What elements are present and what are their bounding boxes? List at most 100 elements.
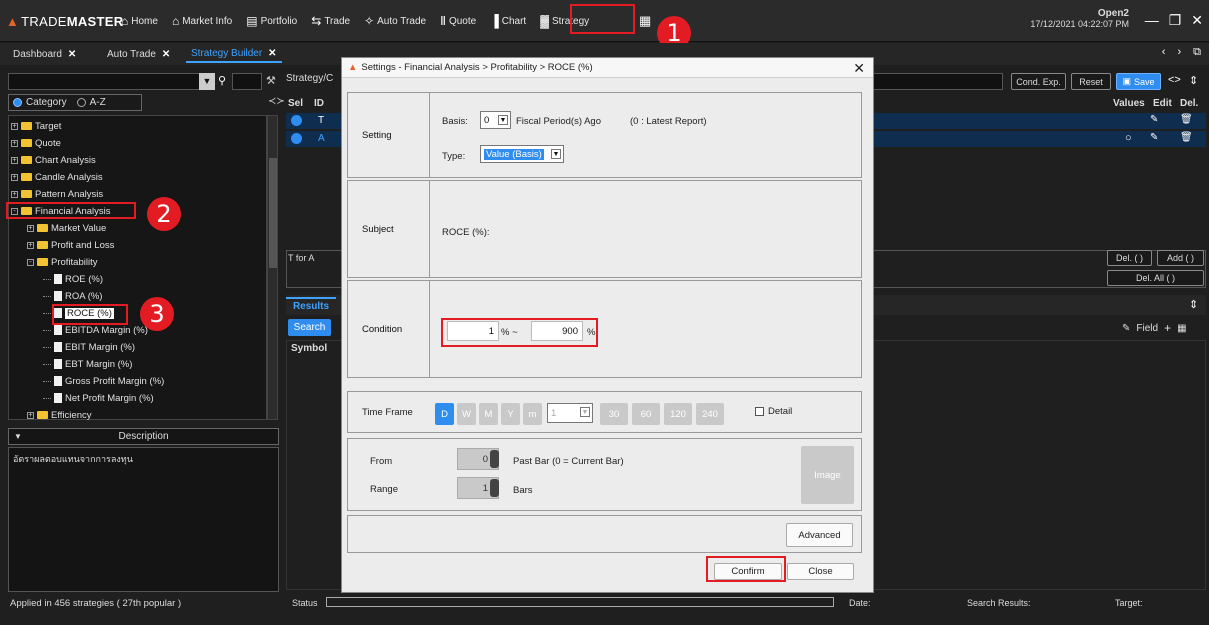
edit-icon[interactable]: ✎ [1150, 114, 1158, 125]
edit-icon[interactable]: ✎ [1150, 132, 1158, 143]
tree-item[interactable]: - Profitability [27, 254, 97, 270]
expand-icon[interactable]: + [27, 224, 34, 232]
tree-item[interactable]: Net Profit Margin (%) [43, 390, 154, 406]
delete-all-paren-button[interactable]: Del. All ( ) [1107, 270, 1204, 286]
expand-collapse-icon[interactable]: ⇕ [1189, 298, 1198, 311]
basis-select[interactable]: 0 ▼ [480, 111, 511, 129]
tree-item[interactable]: Gross Profit Margin (%) [43, 373, 164, 389]
timeframe-Y-button[interactable]: Y [501, 403, 520, 425]
trash-icon[interactable]: 🗑 [1180, 132, 1193, 143]
timeframe-W-button[interactable]: W [457, 403, 476, 425]
expand-icon[interactable]: + [11, 139, 18, 147]
strategy-name-input[interactable] [873, 73, 1003, 90]
tree-item[interactable]: + Pattern Analysis [11, 186, 103, 202]
search-input[interactable] [8, 73, 215, 90]
chevron-left-icon[interactable]: ‹ [1162, 46, 1166, 59]
tree-item[interactable]: + Target [11, 118, 61, 134]
edit-icon[interactable]: ✎ [1122, 323, 1130, 334]
timeframe-M-button[interactable]: M [479, 403, 498, 425]
chevron-down-icon[interactable]: ▼ [14, 432, 22, 441]
close-tab-icon[interactable]: ✕ [68, 49, 76, 60]
range-stepper[interactable]: 1 [457, 477, 499, 499]
tree-scrollbar[interactable] [267, 115, 278, 420]
tab-strategy-builder[interactable]: Strategy Builder ✕ [186, 46, 282, 63]
cond-exp-button[interactable]: Cond. Exp. [1011, 73, 1066, 90]
circle-icon[interactable]: ○ [1125, 132, 1132, 144]
search-icon[interactable]: ⚲ [218, 74, 226, 87]
search-button[interactable]: Search [288, 319, 331, 336]
tree-item[interactable]: + Candle Analysis [11, 169, 103, 185]
menu-quote[interactable]: Ⅱ Quote [435, 9, 481, 33]
timeframe-120-button[interactable]: 120 [664, 403, 692, 425]
timeframe-m-button[interactable]: m [523, 403, 542, 425]
chevron-right-icon[interactable]: › [1177, 46, 1181, 59]
minimize-icon[interactable]: — [1145, 12, 1159, 29]
tab-auto-trade[interactable]: Auto Trade ✕ [102, 46, 175, 63]
trash-icon[interactable]: 🗑 [1180, 114, 1193, 125]
menu-home[interactable]: ⌂ Home [116, 9, 163, 33]
expand-collapse-icon[interactable]: ⇕ [1189, 74, 1198, 87]
menu-chart[interactable]: ▐ Chart [485, 9, 531, 33]
expand-icon[interactable]: + [27, 241, 34, 249]
timeframe-240-button[interactable]: 240 [696, 403, 724, 425]
tree-item[interactable]: ROE (%) [43, 271, 103, 287]
tree-item[interactable]: + Chart Analysis [11, 152, 96, 168]
close-tab-icon[interactable]: ✕ [268, 48, 276, 59]
detail-checkbox[interactable] [755, 407, 764, 416]
tree-item[interactable]: + Quote [11, 135, 61, 151]
menu-trade[interactable]: ⇆ Trade [306, 9, 355, 33]
tree-item[interactable]: + Efficiency [27, 407, 91, 423]
description-header[interactable]: ▼ Description [8, 428, 279, 445]
expand-icon[interactable]: + [27, 411, 34, 419]
tab-results[interactable]: Results [286, 297, 336, 313]
advanced-button[interactable]: Advanced [786, 523, 853, 547]
timeframe-60-button[interactable]: 60 [632, 403, 660, 425]
from-stepper[interactable]: 0 [457, 448, 499, 470]
tree-item[interactable]: EBIT Margin (%) [43, 339, 135, 355]
popout-icon[interactable]: ⧉ [1193, 46, 1201, 59]
timeframe-D-button[interactable]: D [435, 403, 454, 425]
layout-grid-icon[interactable]: ▦ [639, 13, 651, 29]
sort-icon[interactable]: ≺≻ [268, 96, 285, 107]
expand-icon[interactable]: + [11, 156, 18, 164]
close-tab-icon[interactable]: ✕ [162, 49, 170, 60]
category-radio[interactable] [13, 98, 22, 107]
dialog-title-bar: ▲ Settings - Financial Analysis > Profita… [342, 58, 873, 78]
minute-interval-select[interactable]: 1 ▼ [547, 403, 593, 423]
menu-auto-trade[interactable]: ✧ Auto Trade [359, 9, 431, 33]
save-button[interactable]: ▣ Save [1116, 73, 1161, 90]
tree-item[interactable]: + Profit and Loss [27, 237, 114, 253]
code-icon[interactable]: <> [1168, 74, 1181, 86]
plus-icon[interactable]: + [1164, 321, 1171, 335]
type-select[interactable]: Value (Basis) ▼ [480, 145, 564, 163]
tree-item[interactable]: + Market Value [27, 220, 106, 236]
scrollbar-thumb[interactable] [269, 158, 277, 268]
tab-dashboard[interactable]: Dashboard ✕ [8, 46, 81, 63]
check-icon[interactable] [291, 133, 302, 144]
add-paren-button[interactable]: Add ( ) [1157, 250, 1204, 266]
chevron-down-icon[interactable]: ▼ [199, 73, 215, 90]
menu-market-info[interactable]: ⌂ Market Info [167, 9, 237, 33]
image-button[interactable]: Image [801, 446, 854, 504]
timeframe-30-button[interactable]: 30 [600, 403, 628, 425]
close-icon[interactable]: ✕ [853, 60, 865, 77]
menu-portfolio[interactable]: ▤ Portfolio [241, 9, 302, 33]
expand-icon[interactable]: + [11, 190, 18, 198]
search-filter-box[interactable] [232, 73, 262, 90]
close-icon[interactable]: ✕ [1191, 12, 1203, 29]
a-z-radio[interactable] [76, 98, 86, 107]
stepper-arrows-icon[interactable] [490, 450, 499, 468]
columns-icon[interactable]: ▦ [1177, 323, 1186, 334]
stepper-arrows-icon[interactable] [490, 479, 499, 497]
expand-icon[interactable]: + [11, 173, 18, 181]
expand-icon[interactable]: + [11, 122, 18, 130]
delete-paren-button[interactable]: Del. ( ) [1107, 250, 1152, 266]
tree-item[interactable]: EBT Margin (%) [43, 356, 132, 372]
reset-button[interactable]: Reset [1071, 73, 1111, 90]
close-button[interactable]: Close [787, 563, 854, 580]
check-icon[interactable] [291, 115, 302, 126]
wrench-icon[interactable]: ⚒ [266, 74, 276, 87]
collapse-icon[interactable]: - [27, 258, 34, 266]
maximize-icon[interactable]: ❐ [1169, 12, 1182, 29]
tree-item[interactable]: ROA (%) [43, 288, 102, 304]
